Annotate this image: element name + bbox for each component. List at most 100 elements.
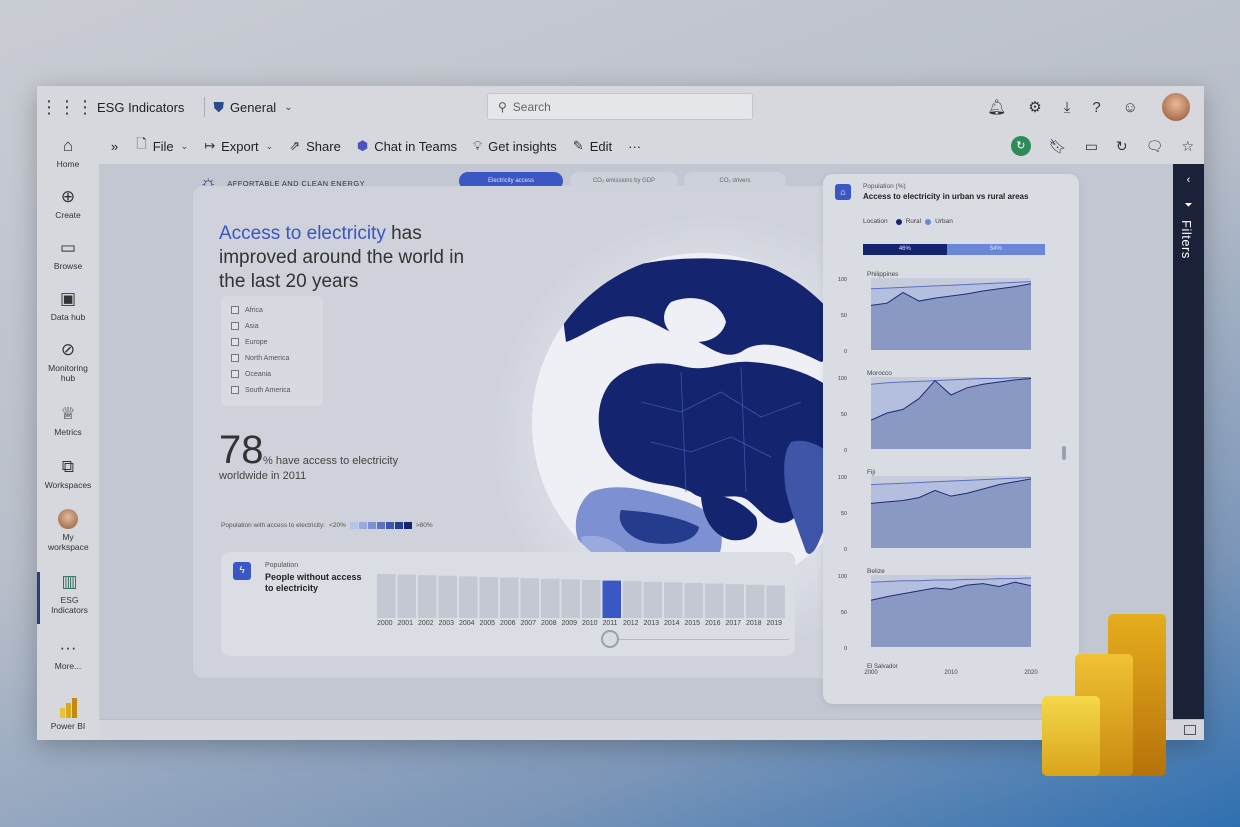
nav-my-workspace[interactable]: My workspace bbox=[37, 509, 99, 552]
region-option[interactable]: Oceania bbox=[231, 366, 313, 382]
year-tick-label: 2001 bbox=[397, 620, 414, 627]
year-bar[interactable] bbox=[520, 578, 540, 618]
region-option[interactable]: North America bbox=[231, 350, 313, 366]
year-bar[interactable] bbox=[664, 582, 683, 618]
panel-title: Morocco bbox=[867, 370, 892, 377]
expand-icon[interactable]: » bbox=[111, 139, 118, 154]
avatar[interactable] bbox=[1160, 91, 1192, 123]
region-label: Asia bbox=[245, 322, 259, 330]
year-slider-handle[interactable] bbox=[601, 630, 619, 648]
report-canvas: ☼ AFFORTABLE AND CLEAN ENERGY Electricit… bbox=[99, 164, 1173, 719]
workspaces-icon: ⧉ bbox=[61, 457, 75, 476]
year-bar[interactable] bbox=[500, 577, 519, 618]
year-tick-label: 2011 bbox=[602, 620, 618, 627]
checkbox[interactable] bbox=[231, 322, 239, 330]
nav-monitoring-hub[interactable]: ⊘ Monitoring hub bbox=[37, 340, 99, 383]
year-bar[interactable] bbox=[746, 584, 765, 618]
map-legend: Population with access to electricity: <… bbox=[221, 522, 433, 529]
checkbox[interactable] bbox=[231, 370, 239, 378]
gear-icon[interactable]: ⚙ bbox=[1028, 98, 1041, 116]
workspace-name[interactable]: General bbox=[230, 100, 276, 115]
year-bar[interactable] bbox=[418, 575, 437, 618]
year-bar[interactable] bbox=[561, 579, 581, 618]
nav-metrics[interactable]: ♕ Metrics bbox=[37, 404, 99, 437]
nav-esg-indicators[interactable]: ▥ ESG Indicators bbox=[37, 572, 99, 624]
scrollbar[interactable] bbox=[1062, 446, 1066, 460]
star-icon[interactable]: ☆ bbox=[1181, 138, 1194, 155]
checkbox[interactable] bbox=[231, 338, 239, 346]
year-bar[interactable] bbox=[541, 578, 560, 618]
file-menu[interactable]: 🗋︎ File ⌄ bbox=[136, 135, 188, 157]
report-title[interactable]: ESG Indicators bbox=[97, 100, 184, 115]
chat-in-teams-button[interactable]: ⬢ Chat in Teams bbox=[357, 138, 457, 154]
chevron-down-icon[interactable]: ⌄ bbox=[284, 102, 292, 113]
checkbox[interactable] bbox=[231, 306, 239, 314]
search-input[interactable]: ⚲ Search bbox=[487, 93, 753, 120]
nav-browse[interactable]: ▭ Browse bbox=[37, 238, 99, 271]
share-icon: ⇗ bbox=[289, 138, 301, 153]
collapse-icon[interactable]: ‹ bbox=[1173, 174, 1204, 186]
year-bar[interactable] bbox=[377, 574, 396, 618]
pencil-icon: ✎ bbox=[572, 138, 584, 153]
reload-icon[interactable]: ↻ bbox=[1116, 138, 1128, 155]
edit-button[interactable]: ✎ Edit bbox=[573, 138, 612, 154]
year-bars[interactable] bbox=[376, 568, 786, 618]
y-tick-label: 50 bbox=[841, 610, 847, 616]
year-slider-track[interactable] bbox=[619, 639, 789, 640]
get-insights-button[interactable]: 💡︎ Get insights bbox=[473, 138, 557, 154]
year-bar[interactable] bbox=[459, 576, 478, 618]
home-icon[interactable]: ⌂ bbox=[835, 184, 851, 200]
more-icon: ··· bbox=[59, 638, 77, 657]
bell-icon[interactable]: 🔔︎ bbox=[987, 98, 1006, 116]
region-option[interactable]: Asia bbox=[231, 318, 313, 334]
share-button[interactable]: ⇗ Share bbox=[289, 138, 341, 154]
year-tick-label: 2007 bbox=[520, 620, 537, 627]
year-bar[interactable] bbox=[602, 580, 622, 618]
download-icon[interactable]: ⤓ bbox=[1064, 99, 1071, 116]
year-bar[interactable] bbox=[582, 580, 601, 618]
nav-workspaces[interactable]: ⧉ Workspaces bbox=[37, 457, 99, 490]
year-bar[interactable] bbox=[623, 581, 642, 618]
checkbox[interactable] bbox=[231, 354, 239, 362]
legend-swatch bbox=[358, 522, 367, 529]
app-launcher-icon[interactable]: ⋮⋮⋮ bbox=[37, 97, 97, 118]
legend-swatch bbox=[385, 522, 394, 529]
checkbox[interactable] bbox=[231, 386, 239, 394]
nav-more[interactable]: ··· More... bbox=[37, 638, 99, 671]
help-icon[interactable]: ? bbox=[1092, 99, 1100, 116]
fit-page-icon[interactable] bbox=[1184, 725, 1196, 735]
region-option[interactable]: Africa bbox=[231, 302, 313, 318]
nav-data-hub[interactable]: ▣ Data hub bbox=[37, 289, 99, 322]
year-tick-label: 2019 bbox=[766, 620, 783, 627]
year-bar[interactable] bbox=[705, 583, 724, 618]
search-placeholder: Search bbox=[512, 99, 551, 114]
nav-create[interactable]: ⊕ Create bbox=[37, 187, 99, 220]
region-option[interactable]: Europe bbox=[231, 334, 313, 350]
comment-icon[interactable]: 🗨︎ bbox=[1146, 138, 1164, 155]
year-bar[interactable] bbox=[766, 585, 786, 618]
nav-label: Monitoring hub bbox=[48, 363, 88, 383]
region-option[interactable]: South America bbox=[231, 382, 313, 398]
export-menu[interactable]: ↦ Export ⌄ bbox=[204, 138, 273, 154]
rural-urban-split-bar: 46% 54% bbox=[863, 244, 1045, 255]
x-tick-label: 2000 bbox=[864, 670, 878, 676]
year-bar[interactable] bbox=[397, 574, 417, 618]
filters-pane[interactable]: ‹ ⏷ Filters bbox=[1173, 164, 1204, 719]
region-slicer: Africa Asia Europe North America Oceania… bbox=[221, 296, 323, 406]
more-options-button[interactable]: ··· bbox=[628, 139, 641, 154]
year-bar[interactable] bbox=[725, 584, 745, 618]
nav-power-bi[interactable]: Power BI bbox=[37, 698, 99, 731]
year-bar[interactable] bbox=[479, 577, 499, 618]
bookmark-icon[interactable]: 🔖︎ bbox=[1049, 138, 1067, 155]
region-label: Oceania bbox=[245, 370, 272, 378]
location-legend: Location Rural Urban bbox=[863, 218, 953, 225]
year-bar[interactable] bbox=[643, 581, 663, 618]
year-bar[interactable] bbox=[684, 583, 704, 618]
nav-home[interactable]: ⌂ Home bbox=[37, 136, 99, 169]
view-icon[interactable]: ▭ bbox=[1085, 138, 1098, 155]
year-tick-label: 2009 bbox=[561, 620, 578, 627]
refresh-status-icon[interactable]: ↻ bbox=[1010, 136, 1031, 156]
year-bar[interactable] bbox=[438, 575, 458, 618]
year-axis: 2000 2001 2002 2003 2004 2005 2006 2007 2008 2009… bbox=[376, 620, 786, 630]
feedback-icon[interactable]: ☺ bbox=[1123, 99, 1138, 116]
